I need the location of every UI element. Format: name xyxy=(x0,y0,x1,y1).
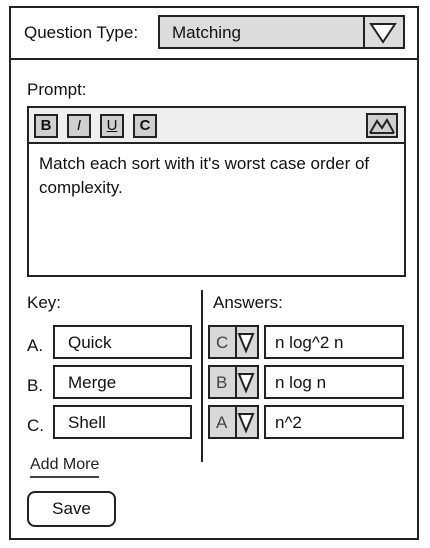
image-icon[interactable] xyxy=(366,113,398,138)
add-more-link[interactable]: Add More xyxy=(30,456,100,478)
question-type-label: Question Type: xyxy=(24,23,139,42)
italic-button[interactable]: I xyxy=(67,114,91,138)
answer-match-value: B xyxy=(216,373,228,392)
key-input[interactable]: Shell xyxy=(53,405,192,439)
answer-match-select[interactable]: C xyxy=(208,325,259,359)
answer-input[interactable]: n log^2 n xyxy=(264,325,404,359)
question-type-value: Matching xyxy=(172,23,241,42)
prompt-text[interactable]: Match each sort with it's worst case ord… xyxy=(39,152,394,200)
key-letter: B. xyxy=(27,376,44,395)
chevron-down-icon[interactable] xyxy=(363,17,403,47)
column-divider xyxy=(201,290,203,462)
save-button[interactable]: Save xyxy=(27,491,116,527)
editor-toolbar: B I U C xyxy=(29,108,404,144)
answer-input[interactable]: n log n xyxy=(264,365,404,399)
header-divider xyxy=(9,58,419,60)
chevron-down-icon[interactable] xyxy=(235,367,257,397)
prompt-label: Prompt: xyxy=(27,80,87,99)
key-letter: A. xyxy=(27,336,44,355)
key-label: Key: xyxy=(27,293,62,312)
answer-value: n^2 xyxy=(275,413,302,432)
answer-match-select[interactable]: B xyxy=(208,365,259,399)
bold-button[interactable]: B xyxy=(34,114,58,138)
question-type-select[interactable]: Matching xyxy=(158,15,405,49)
key-letter: C. xyxy=(27,416,44,435)
answer-value: n log^2 n xyxy=(275,333,344,352)
chevron-down-icon[interactable] xyxy=(235,407,257,437)
answers-label: Answers: xyxy=(213,293,283,312)
key-value: Shell xyxy=(68,413,106,432)
answer-match-value: A xyxy=(216,413,228,432)
answer-value: n log n xyxy=(275,373,327,392)
key-input[interactable]: Merge xyxy=(53,365,192,399)
underline-button[interactable]: U xyxy=(100,114,124,138)
prompt-editor[interactable]: B I U C Match each sort with it's worst … xyxy=(27,106,406,277)
key-value: Merge xyxy=(68,373,117,392)
key-value: Quick xyxy=(68,333,112,352)
clear-format-button[interactable]: C xyxy=(133,114,157,138)
answer-match-value: C xyxy=(216,333,229,352)
key-input[interactable]: Quick xyxy=(53,325,192,359)
answer-match-select[interactable]: A xyxy=(208,405,259,439)
chevron-down-icon[interactable] xyxy=(235,327,257,357)
answer-input[interactable]: n^2 xyxy=(264,405,404,439)
